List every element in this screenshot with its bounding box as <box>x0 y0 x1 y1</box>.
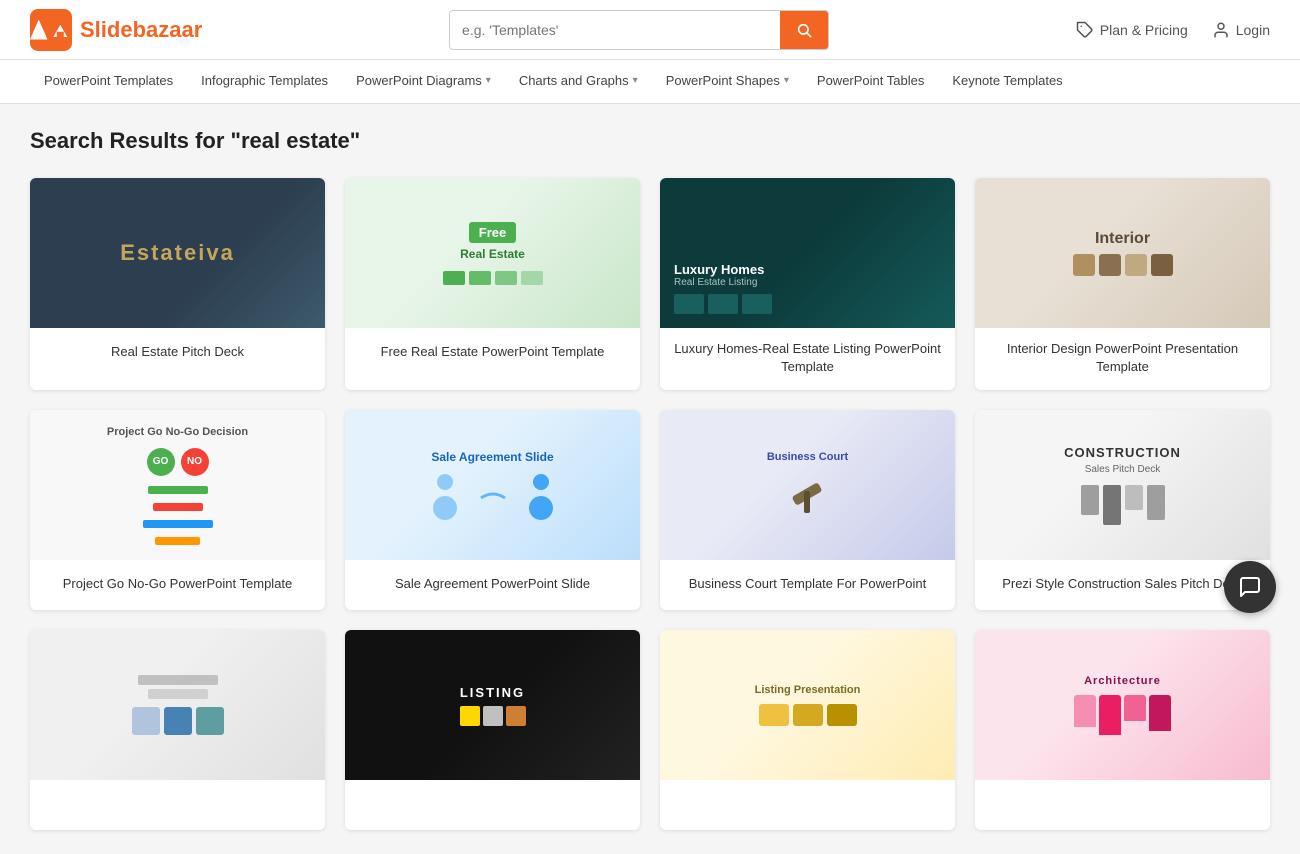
template-card[interactable]: Project Go No-Go Decision GO NO <box>30 410 325 610</box>
search-input[interactable] <box>450 22 780 38</box>
card-thumbnail-court: Business Court <box>660 410 955 560</box>
card-image: Listing Presentation <box>660 630 955 780</box>
nav-item-charts-graphs[interactable]: Charts and Graphs ▾ <box>505 60 652 104</box>
chat-icon <box>1238 575 1262 599</box>
card-image: LISTING <box>345 630 640 780</box>
logo-icon <box>30 9 72 51</box>
card-title: Project Go No-Go PowerPoint Template <box>30 560 325 610</box>
card-thumbnail-luxury: Luxury Homes Real Estate Listing <box>660 178 955 328</box>
templates-grid: Estateiva Real Estate Pitch Deck Free Re… <box>30 178 1270 830</box>
card-title: Free Real Estate PowerPoint Template <box>345 328 640 378</box>
person-icon-left <box>425 470 465 520</box>
template-card[interactable]: Listing Presentation <box>660 630 955 830</box>
nav: PowerPoint Templates Infographic Templat… <box>0 60 1300 104</box>
chevron-down-icon: ▾ <box>633 75 638 86</box>
card-thumbnail-listing: Listing Presentation <box>660 630 955 780</box>
logo-text: Slidebazaar <box>80 17 202 43</box>
card-title <box>975 780 1270 830</box>
chat-button[interactable] <box>1224 561 1276 613</box>
logo[interactable]: Slidebazaar <box>30 9 202 51</box>
template-card[interactable]: Free Real Estate Free Real Estate PowerP… <box>345 178 640 390</box>
card-thumbnail-architecture: Architecture <box>975 630 1270 780</box>
card-image: Architecture <box>975 630 1270 780</box>
logo-svg <box>48 16 73 44</box>
card-thumbnail-interior: Interior <box>975 178 1270 328</box>
chevron-down-icon: ▾ <box>486 75 491 86</box>
template-card[interactable]: Business Court Business Court Template F… <box>660 410 955 610</box>
card-image: Interior <box>975 178 1270 328</box>
search-button[interactable] <box>780 10 828 50</box>
search-bar <box>449 10 829 50</box>
card-image: Luxury Homes Real Estate Listing <box>660 178 955 328</box>
card-thumbnail-sale: Sale Agreement Slide <box>345 410 640 560</box>
card-thumbnail-estateiva: Estateiva <box>30 178 325 328</box>
card-image: Sale Agreement Slide <box>345 410 640 560</box>
card-image: Free Real Estate <box>345 178 640 328</box>
nav-item-powerpoint-diagrams[interactable]: PowerPoint Diagrams ▾ <box>342 60 505 104</box>
nav-item-powerpoint-templates[interactable]: PowerPoint Templates <box>30 60 187 104</box>
handshake-icon <box>473 470 513 520</box>
chevron-down-icon: ▾ <box>784 75 789 86</box>
template-card[interactable]: LISTING <box>345 630 640 830</box>
card-title <box>345 780 640 830</box>
search-icon <box>796 22 812 38</box>
header: Slidebazaar Plan & Pricing Login <box>0 0 1300 60</box>
card-title <box>30 780 325 830</box>
template-card[interactable]: Interior Interior Design PowerPoint Pres… <box>975 178 1270 390</box>
template-card[interactable]: Architecture <box>975 630 1270 830</box>
template-card[interactable]: Sale Agreement Slide <box>345 410 640 610</box>
card-image: CONSTRUCTION Sales Pitch Deck <box>975 410 1270 560</box>
plan-pricing-link[interactable]: Plan & Pricing <box>1076 21 1188 39</box>
nav-item-powerpoint-tables[interactable]: PowerPoint Tables <box>803 60 938 104</box>
card-title: Sale Agreement PowerPoint Slide <box>345 560 640 610</box>
tag-icon <box>1076 21 1094 39</box>
nav-item-powerpoint-shapes[interactable]: PowerPoint Shapes ▾ <box>652 60 803 104</box>
card-title <box>660 780 955 830</box>
card-image: Business Court <box>660 410 955 560</box>
card-title: Interior Design PowerPoint Presentation … <box>975 328 1270 390</box>
card-thumbnail-free-estate: Free Real Estate <box>345 178 640 328</box>
card-thumbnail-construction: CONSTRUCTION Sales Pitch Deck <box>975 410 1270 560</box>
nav-item-infographic-templates[interactable]: Infographic Templates <box>187 60 342 104</box>
card-image <box>30 630 325 780</box>
card-image: Estateiva <box>30 178 325 328</box>
login-button[interactable]: Login <box>1212 21 1270 39</box>
nav-item-keynote-templates[interactable]: Keynote Templates <box>938 60 1076 104</box>
card-thumbnail-dark: LISTING <box>345 630 640 780</box>
user-icon <box>1212 21 1230 39</box>
card-title: Business Court Template For PowerPoint <box>660 560 955 610</box>
card-image: Project Go No-Go Decision GO NO <box>30 410 325 560</box>
card-thumbnail-gono: Project Go No-Go Decision GO NO <box>30 410 325 560</box>
card-thumbnail-placeholder <box>30 630 325 780</box>
person-icon-right <box>521 470 561 520</box>
template-card[interactable]: Luxury Homes Real Estate Listing Luxury … <box>660 178 955 390</box>
template-card[interactable]: Estateiva Real Estate Pitch Deck <box>30 178 325 390</box>
card-title: Real Estate Pitch Deck <box>30 328 325 378</box>
main-content: Search Results for "real estate" Estatei… <box>0 104 1300 854</box>
card-title: Luxury Homes-Real Estate Listing PowerPo… <box>660 328 955 390</box>
header-right: Plan & Pricing Login <box>1076 21 1270 39</box>
template-card[interactable] <box>30 630 325 830</box>
search-results-heading: Search Results for "real estate" <box>30 128 1270 154</box>
gavel-icon <box>782 469 832 519</box>
